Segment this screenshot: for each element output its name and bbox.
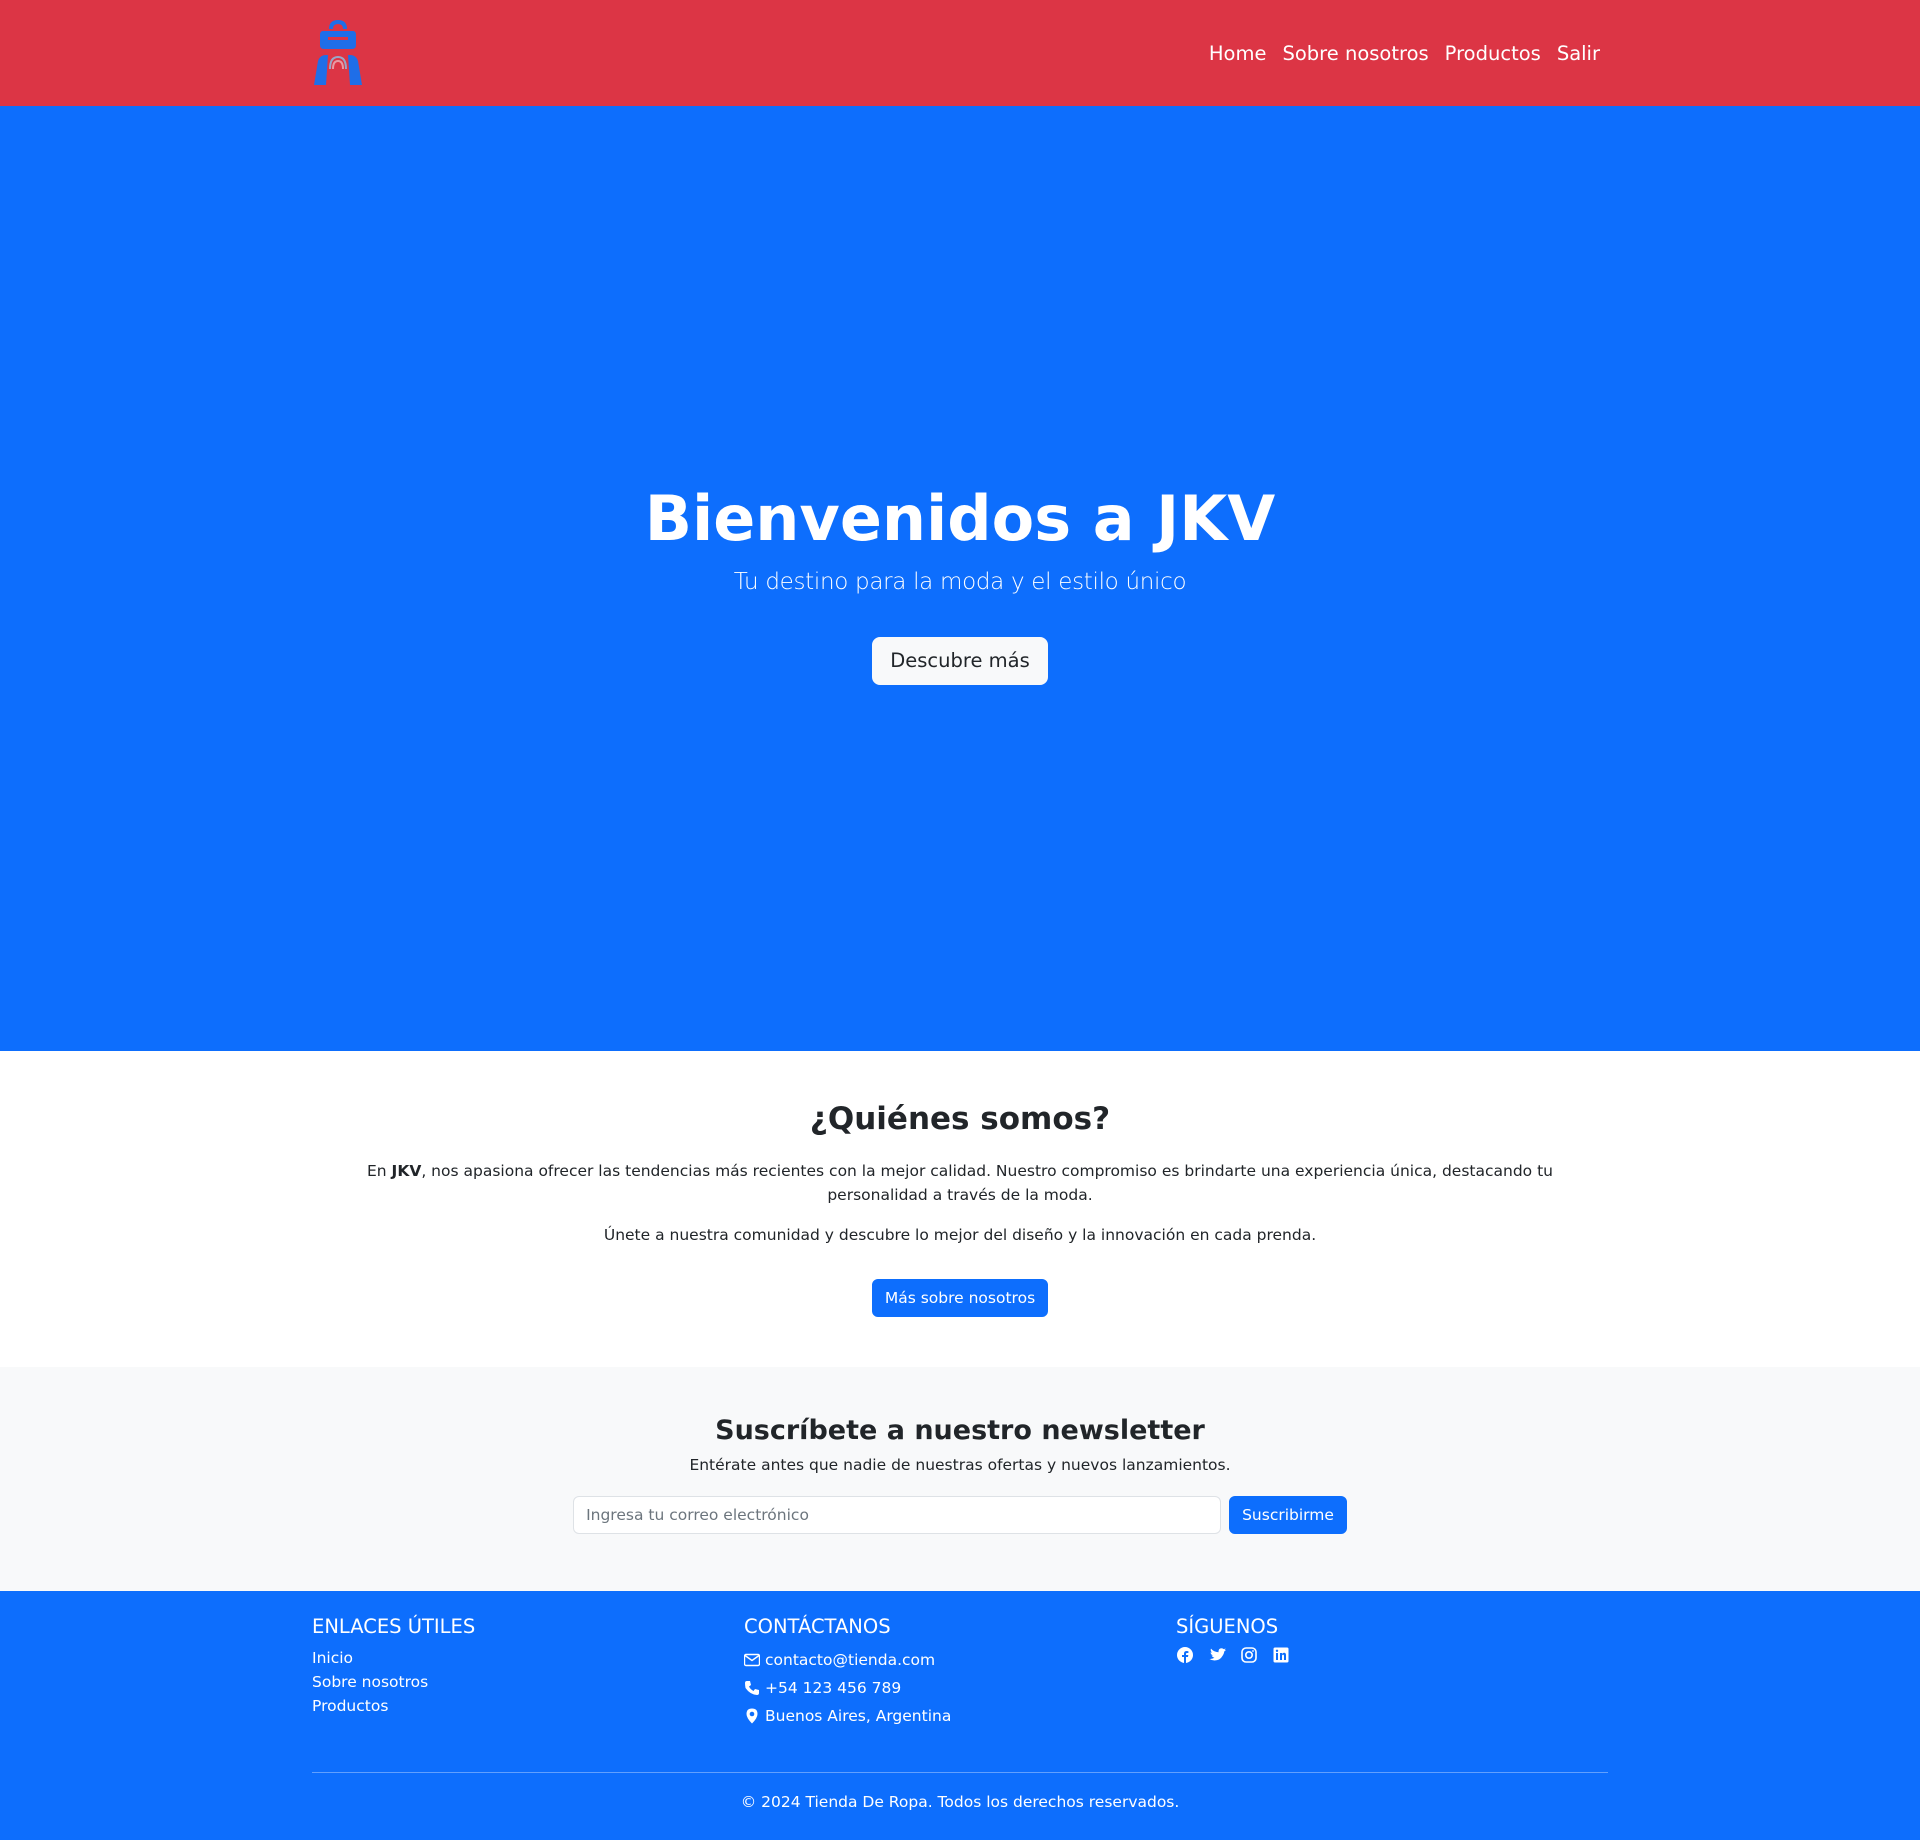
footer-contact-heading: CONTÁCTANOS [744, 1615, 891, 1638]
navbar-container: Home Sobre nosotros Productos Salir [312, 0, 1608, 106]
footer-link-productos[interactable]: Productos [312, 1694, 744, 1718]
footer-container: ENLACES ÚTILES Inicio Sobre nosotros Pro… [312, 1615, 1608, 1811]
about-section: ¿Quiénes somos? En JKV, nos apasiona ofr… [0, 1051, 1920, 1367]
social-icons [1176, 1646, 1608, 1664]
footer-links-heading: ENLACES ÚTILES [312, 1615, 476, 1638]
nav-link-home[interactable]: Home [1209, 42, 1267, 65]
contact-email: contacto@tienda.com [744, 1646, 1176, 1674]
linkedin-icon[interactable] [1272, 1646, 1290, 1664]
nav-links: Home Sobre nosotros Productos Salir [1193, 42, 1600, 65]
newsletter-subtitle: Entérate antes que nadie de nuestras ofe… [689, 1456, 1231, 1474]
hero-title: Bienvenidos a JKV [644, 482, 1276, 556]
nav-link-salir[interactable]: Salir [1557, 42, 1600, 65]
hero-section: Bienvenidos a JKV Tu destino para la mod… [0, 106, 1920, 1051]
nav-link-productos[interactable]: Productos [1445, 42, 1541, 65]
footer-link-inicio[interactable]: Inicio [312, 1646, 744, 1670]
footer-divider [312, 1772, 1608, 1773]
footer-col-contact: CONTÁCTANOS contacto@tienda.com +54 123 … [744, 1615, 1176, 1730]
shopping-bag-logo-icon [314, 19, 362, 85]
contact-phone-text: +54 123 456 789 [765, 1679, 902, 1697]
about-paragraph-2: Únete a nuestra comunidad y descubre lo … [603, 1226, 1317, 1244]
brand-logo[interactable] [312, 19, 364, 85]
more-about-us-button[interactable]: Más sobre nosotros [871, 1279, 1049, 1317]
about-text-suffix: , nos apasiona ofrecer las tendencias má… [421, 1162, 1553, 1204]
contact-location-text: Buenos Aires, Argentina [765, 1707, 952, 1725]
newsletter-email-input[interactable] [573, 1496, 1222, 1534]
newsletter-container: Suscríbete a nuestro newsletter Entérate… [312, 1415, 1608, 1534]
newsletter-form: Suscribirme [312, 1496, 1608, 1534]
contact-email-text: contacto@tienda.com [765, 1651, 936, 1669]
about-text-prefix: En [367, 1162, 392, 1180]
copyright-text: © 2024 Tienda De Ropa. Todos los derecho… [740, 1793, 1180, 1811]
about-container: ¿Quiénes somos? En JKV, nos apasiona ofr… [312, 1101, 1608, 1317]
facebook-icon[interactable] [1176, 1646, 1194, 1664]
subscribe-button[interactable]: Suscribirme [1229, 1496, 1347, 1534]
contact-location: Buenos Aires, Argentina [744, 1702, 1176, 1730]
hero-subtitle: Tu destino para la moda y el estilo únic… [733, 568, 1187, 595]
nav-link-sobre-nosotros[interactable]: Sobre nosotros [1282, 42, 1428, 65]
discover-more-button[interactable]: Descubre más [872, 636, 1048, 685]
phone-icon [745, 1681, 759, 1695]
footer-link-sobre-nosotros[interactable]: Sobre nosotros [312, 1670, 744, 1694]
envelope-icon [744, 1653, 760, 1667]
about-title: ¿Quiénes somos? [809, 1101, 1111, 1137]
contact-phone: +54 123 456 789 [744, 1674, 1176, 1702]
location-pin-icon [746, 1708, 758, 1724]
brand-name: JKV [391, 1162, 422, 1180]
newsletter-section: Suscríbete a nuestro newsletter Entérate… [0, 1367, 1920, 1591]
footer: ENLACES ÚTILES Inicio Sobre nosotros Pro… [0, 1591, 1920, 1840]
footer-col-links: ENLACES ÚTILES Inicio Sobre nosotros Pro… [312, 1615, 744, 1730]
footer-social-heading: SÍGUENOS [1176, 1615, 1279, 1638]
navbar: Home Sobre nosotros Productos Salir [0, 0, 1920, 106]
instagram-icon[interactable] [1240, 1646, 1258, 1664]
newsletter-title: Suscríbete a nuestro newsletter [715, 1415, 1205, 1446]
footer-col-social: SÍGUENOS [1176, 1615, 1608, 1730]
footer-columns: ENLACES ÚTILES Inicio Sobre nosotros Pro… [312, 1615, 1608, 1730]
twitter-icon[interactable] [1208, 1646, 1226, 1664]
about-paragraph: En JKV, nos apasiona ofrecer las tendenc… [312, 1159, 1608, 1207]
